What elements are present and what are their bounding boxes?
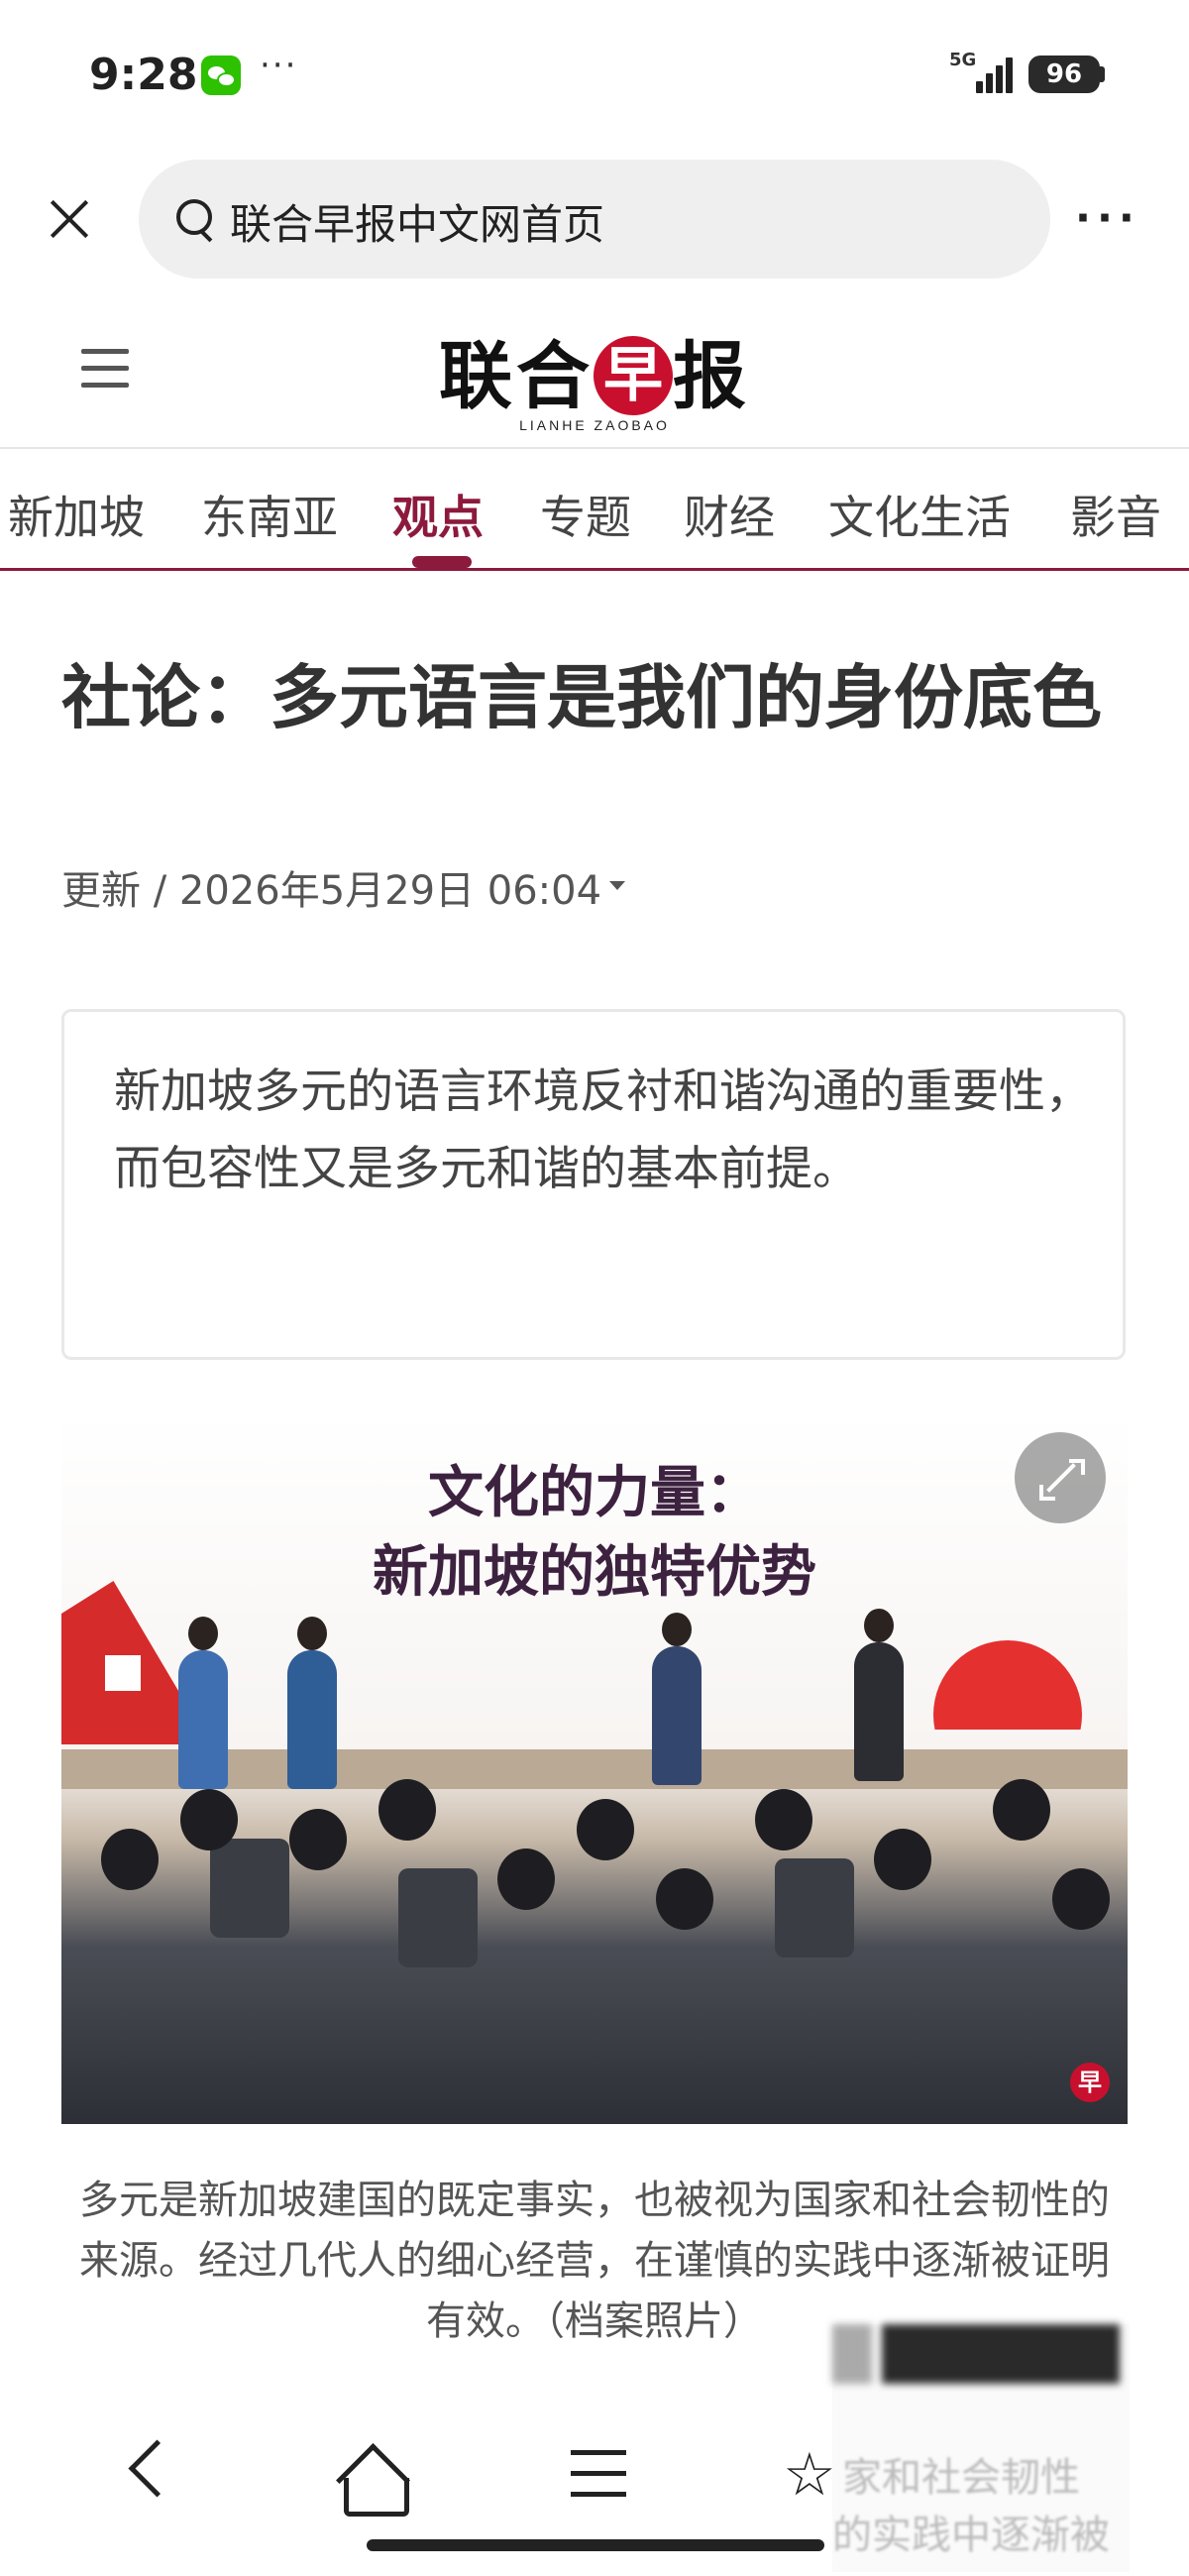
status-bar: 9:28 ··· 5G 96 (0, 0, 1189, 149)
photo-chair (398, 1868, 478, 1967)
menu-icon[interactable] (81, 349, 129, 389)
battery-icon: 96 (1028, 56, 1100, 93)
nav-active-indicator (412, 556, 472, 568)
nav-item-finance[interactable]: 财经 (684, 482, 775, 547)
photo-audience (497, 1848, 555, 1910)
photo-speaker (652, 1613, 702, 1785)
preview-image (832, 2324, 872, 2384)
search-icon (176, 199, 212, 235)
section-nav: 新加坡 东南亚 观点 专题 财经 文化生活 影音 (0, 466, 1189, 565)
photo-speaker (854, 1609, 904, 1781)
back-icon[interactable] (128, 2439, 186, 2498)
article-summary: 新加坡多元的语言环境反衬和谐沟通的重要性，而包容性又是多元和谐的基本前提。 (114, 1064, 1092, 1196)
expand-icon[interactable] (1015, 1432, 1106, 1523)
photo-audience (1052, 1868, 1110, 1930)
divider (0, 447, 1189, 449)
address-bar[interactable]: 联合早报中文网首页 (139, 160, 1050, 279)
photo-audience (577, 1799, 634, 1860)
bottom-nav: ☆ (0, 2399, 1189, 2557)
photo-audience (378, 1779, 436, 1841)
nav-item-opinion[interactable]: 观点 (392, 482, 484, 547)
article-headline: 社论：多元语言是我们的身份底色 (61, 657, 1102, 738)
nav-item-special[interactable]: 专题 (540, 482, 631, 547)
browser-more-button[interactable]: ··· (1075, 193, 1140, 242)
nav-divider (0, 568, 1189, 571)
article-summary-box: 新加坡多元的语言环境反衬和谐沟通的重要性，而包容性又是多元和谐的基本前提。 (61, 1009, 1126, 1360)
article-meta: 更新 / 2026年5月29日 06:04 (61, 868, 602, 914)
caret-down-icon[interactable] (609, 881, 625, 890)
photo-audience (289, 1809, 347, 1870)
photo-chair (210, 1839, 289, 1938)
signal-icon (976, 54, 1016, 93)
menu-list-icon[interactable] (571, 2450, 626, 2498)
photo-audience (656, 1868, 713, 1930)
photo-decoration (105, 1655, 141, 1691)
logo-text: 联合早报 (439, 334, 750, 419)
nav-item-southeast-asia[interactable]: 东南亚 (201, 482, 338, 547)
wechat-icon (201, 56, 241, 95)
photo-audience (755, 1789, 812, 1850)
photo-chair (775, 1858, 854, 1958)
status-more-icon: ··· (260, 46, 298, 85)
battery-tip (1100, 66, 1105, 82)
address-text: 联合早报中文网首页 (230, 200, 605, 249)
photo-watermark: 早 (1070, 2063, 1110, 2102)
site-logo[interactable]: 联合早报 LIANHE ZAOBAO (426, 317, 763, 433)
nav-item-singapore[interactable]: 新加坡 (8, 482, 145, 547)
nav-item-culture[interactable]: 文化生活 (828, 482, 1011, 547)
photo-audience (874, 1829, 931, 1890)
photo-speaker (287, 1617, 337, 1789)
photo-audience (993, 1779, 1050, 1841)
photo-audience (101, 1829, 159, 1890)
home-icon[interactable] (336, 2443, 410, 2518)
network-type: 5G (949, 50, 977, 70)
photo-audience (180, 1789, 238, 1850)
star-icon[interactable]: ☆ (783, 2440, 836, 2510)
status-time: 9:28 (89, 50, 198, 100)
photo-speaker (178, 1617, 228, 1789)
preview-image (882, 2324, 1120, 2384)
home-indicator[interactable] (367, 2539, 824, 2551)
nav-item-video[interactable]: 影音 (1070, 482, 1161, 547)
photo-title: 文化的力量： 新加坡的独特优势 (373, 1461, 816, 1605)
article-photo[interactable]: 文化的力量： 新加坡的独特优势 早 (61, 1412, 1128, 2124)
close-icon[interactable] (40, 188, 99, 248)
